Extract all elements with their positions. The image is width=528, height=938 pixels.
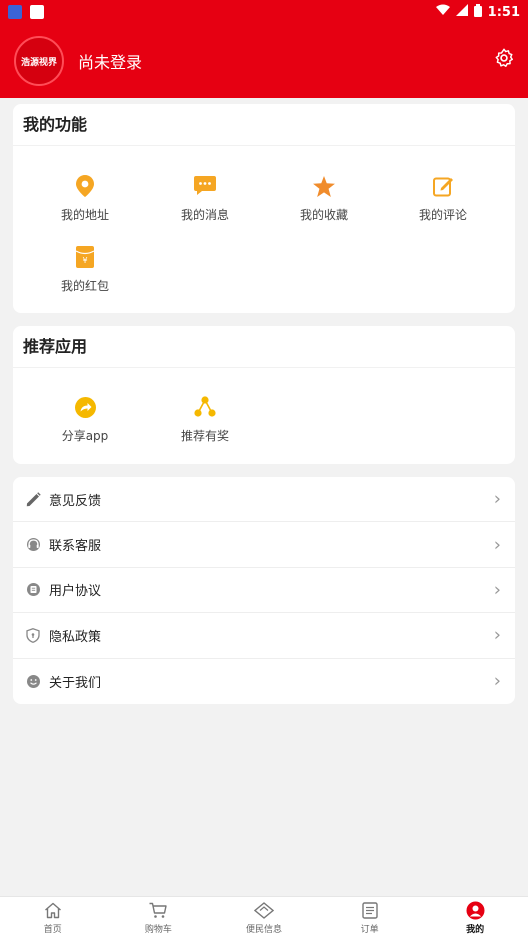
headset-icon bbox=[25, 537, 41, 553]
tab-local-info[interactable]: 便民信息 bbox=[211, 897, 317, 938]
function-label: 我的消息 bbox=[180, 208, 229, 222]
recommend-share-app[interactable]: 分享app bbox=[25, 396, 145, 444]
my-functions-card: 我的功能 我的地址 我的消息 我的收藏 我的评论 ¥ 我的红包 bbox=[13, 104, 515, 313]
tab-home[interactable]: 首页 bbox=[0, 897, 106, 938]
a-notification-icon bbox=[30, 5, 44, 19]
list-item-label: 联系客服 bbox=[49, 539, 102, 555]
tab-label: 订单 bbox=[360, 925, 379, 935]
list-item-label: 意见反馈 bbox=[49, 493, 102, 509]
function-label: 我的评论 bbox=[418, 208, 467, 222]
list-item-user-agreement[interactable]: 用户协议 › bbox=[13, 568, 515, 614]
clock-time: 1:51 bbox=[487, 4, 520, 20]
chevron-right-icon: › bbox=[493, 488, 501, 510]
profile-header: 浩源视界 尚未登录 bbox=[0, 24, 528, 98]
chevron-right-icon: › bbox=[493, 624, 501, 646]
bottom-tab-bar: 首页 购物车 便民信息 订单 我的 bbox=[0, 896, 528, 938]
recommend-referral-reward[interactable]: 推荐有奖 bbox=[145, 396, 265, 444]
chevron-right-icon: › bbox=[493, 670, 501, 692]
function-my-address[interactable]: 我的地址 bbox=[25, 175, 145, 223]
tab-cart[interactable]: 购物车 bbox=[106, 897, 212, 938]
function-label: 我的红包 bbox=[60, 279, 109, 293]
location-icon bbox=[74, 175, 96, 197]
chevron-right-icon: › bbox=[493, 534, 501, 556]
recommend-label: 分享app bbox=[61, 429, 109, 443]
tag-icon bbox=[253, 900, 274, 920]
edit-icon bbox=[432, 175, 454, 197]
tab-label: 首页 bbox=[43, 925, 62, 935]
list-item-label: 关于我们 bbox=[49, 675, 102, 691]
wifi-icon bbox=[435, 4, 450, 20]
shield-icon bbox=[25, 627, 41, 643]
status-bar: 1:51 bbox=[0, 0, 528, 24]
profile-icon bbox=[465, 900, 485, 920]
cart-icon bbox=[148, 900, 168, 920]
tab-mine[interactable]: 我的 bbox=[422, 897, 528, 938]
tab-label: 我的 bbox=[466, 925, 485, 935]
my-functions-title: 我的功能 bbox=[13, 104, 515, 146]
network-icon bbox=[194, 396, 216, 418]
function-my-red-envelope[interactable]: ¥ 我的红包 bbox=[25, 246, 145, 294]
function-label: 我的收藏 bbox=[299, 208, 348, 222]
login-status[interactable]: 尚未登录 bbox=[78, 49, 142, 73]
chevron-right-icon: › bbox=[493, 579, 501, 601]
list-item-label: 用户协议 bbox=[49, 584, 102, 600]
red-envelope-icon: ¥ bbox=[74, 246, 96, 268]
share-icon bbox=[74, 396, 96, 418]
list-item-label: 隐私政策 bbox=[49, 629, 102, 645]
function-label: 我的地址 bbox=[60, 208, 109, 222]
list-item-customer-service[interactable]: 联系客服 › bbox=[13, 522, 515, 568]
recommend-label: 推荐有奖 bbox=[180, 429, 229, 443]
settings-button[interactable] bbox=[492, 48, 516, 72]
battery-icon bbox=[473, 3, 482, 21]
svg-text:¥: ¥ bbox=[82, 256, 87, 265]
pencil-icon bbox=[25, 491, 41, 507]
list-item-about-us[interactable]: 关于我们 › bbox=[13, 659, 515, 704]
document-icon bbox=[25, 582, 41, 598]
app-notification-icon bbox=[8, 5, 22, 19]
tab-label: 购物车 bbox=[144, 925, 172, 935]
home-icon bbox=[43, 900, 63, 920]
list-item-feedback[interactable]: 意见反馈 › bbox=[13, 477, 515, 523]
avatar[interactable]: 浩源视界 bbox=[14, 36, 64, 86]
order-icon bbox=[360, 900, 380, 920]
tab-orders[interactable]: 订单 bbox=[317, 897, 423, 938]
gear-icon bbox=[493, 47, 515, 73]
recommended-apps-card: 推荐应用 分享app 推荐有奖 bbox=[13, 326, 515, 464]
function-my-comments[interactable]: 我的评论 bbox=[383, 175, 503, 223]
signal-icon bbox=[455, 4, 468, 20]
avatar-logo-text: 浩源视界 bbox=[20, 57, 57, 68]
message-icon bbox=[194, 175, 216, 197]
tab-label: 便民信息 bbox=[245, 925, 282, 935]
star-icon bbox=[313, 175, 335, 197]
function-my-messages[interactable]: 我的消息 bbox=[145, 175, 265, 223]
list-item-privacy-policy[interactable]: 隐私政策 › bbox=[13, 613, 515, 659]
settings-list-card: 意见反馈 › 联系客服 › 用户协议 › 隐私政策 › 关于我们 › bbox=[13, 477, 515, 704]
recommended-apps-title: 推荐应用 bbox=[13, 326, 515, 368]
smile-icon bbox=[25, 673, 41, 689]
function-my-favorites[interactable]: 我的收藏 bbox=[264, 175, 384, 223]
